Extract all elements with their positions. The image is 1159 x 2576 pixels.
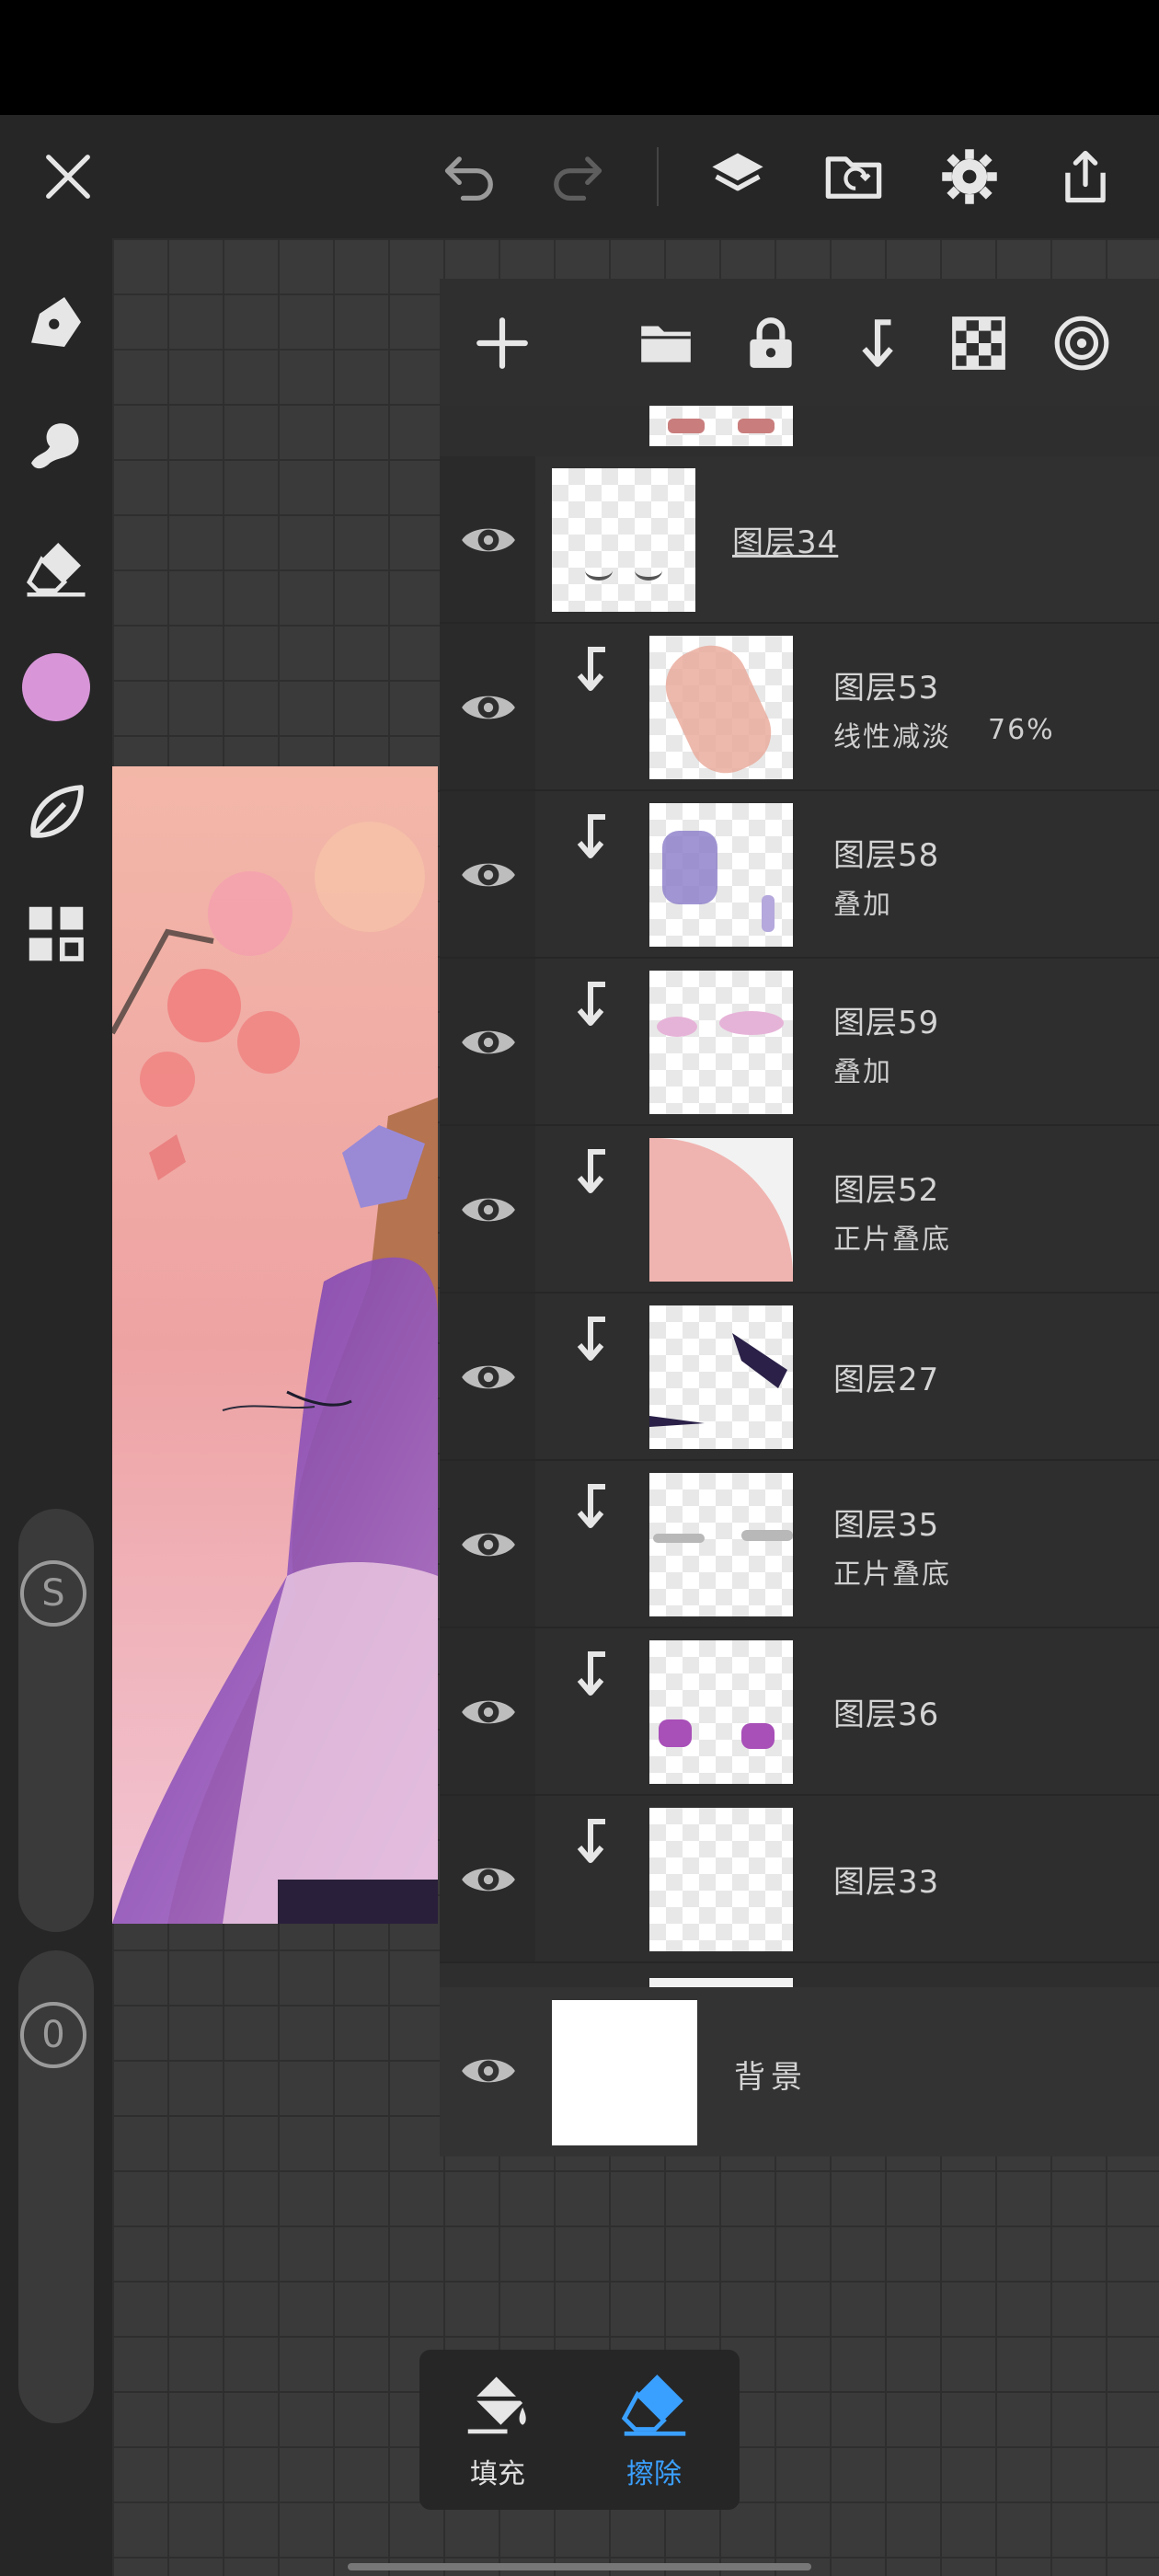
layer-name: 图层27	[833, 1362, 940, 1398]
brush-opacity-knob[interactable]: 0	[20, 2002, 86, 2068]
layer-name: 图层34	[732, 524, 839, 561]
layer-blend-mode: 叠加	[833, 889, 892, 921]
fill-button[interactable]: 填充	[419, 2350, 576, 2510]
layer-row[interactable]: 图层27	[440, 1294, 1159, 1461]
clip-arrow-icon	[577, 647, 605, 691]
eye-icon[interactable]	[458, 510, 519, 570]
clip-arrow-icon	[577, 982, 605, 1026]
status-bar	[0, 0, 1159, 115]
target-icon[interactable]	[1047, 308, 1117, 378]
layer-name: 图层53	[833, 670, 940, 707]
gear-icon[interactable]	[931, 138, 1008, 215]
layer-thumbnail	[649, 406, 793, 446]
layer-thumbnail	[552, 468, 695, 612]
layer-blend-mode: 正片叠底	[833, 1224, 951, 1256]
eye-icon[interactable]	[458, 1012, 519, 1073]
layer-name: 图层52	[833, 1172, 940, 1209]
eye-icon[interactable]	[458, 2041, 519, 2101]
pen-icon[interactable]	[13, 279, 99, 365]
fill-label: 填充	[470, 2458, 525, 2490]
layer-opacity: 76%	[988, 714, 1055, 746]
layer-thumbnail	[649, 1808, 793, 1951]
fill-erase-toolbar: 填充 擦除	[419, 2350, 740, 2510]
layer-row[interactable]: 图层53 线性减淡 76%	[440, 624, 1159, 791]
home-indicator	[348, 2563, 811, 2570]
toolbar-divider	[657, 147, 659, 206]
lock-icon[interactable]	[736, 308, 806, 378]
clip-arrow-icon	[577, 1317, 605, 1361]
layer-row[interactable]: 图层36	[440, 1628, 1159, 1796]
add-layer-icon[interactable]	[467, 308, 537, 378]
layer-thumbnail	[649, 1138, 793, 1282]
layer-row-partial[interactable]	[440, 406, 1159, 452]
folder-icon[interactable]	[631, 308, 701, 378]
close-icon[interactable]	[29, 138, 107, 215]
layer-row[interactable]: 图层52 正片叠底	[440, 1126, 1159, 1294]
paint-bucket-icon	[467, 2376, 526, 2434]
layer-name: 背景	[734, 2059, 808, 2096]
checker-icon[interactable]	[944, 308, 1014, 378]
layer-thumbnail	[649, 971, 793, 1114]
undo-icon[interactable]	[432, 138, 510, 215]
clip-arrow-icon	[577, 814, 605, 858]
eye-icon[interactable]	[458, 1514, 519, 1575]
eraser-icon[interactable]	[13, 524, 99, 611]
color-swatch[interactable]	[22, 653, 90, 721]
layer-thumbnail	[649, 1305, 793, 1449]
brush-size-knob[interactable]: S	[20, 1560, 86, 1627]
erase-button[interactable]: 擦除	[576, 2350, 732, 2510]
redo-icon[interactable]	[537, 138, 614, 215]
layer-row[interactable]: 图层35 正片叠底	[440, 1461, 1159, 1628]
eye-icon[interactable]	[458, 845, 519, 905]
layer-thumbnail	[649, 1640, 793, 1784]
eye-icon[interactable]	[458, 677, 519, 738]
layer-thumbnail	[649, 1473, 793, 1616]
layer-name: 图层59	[833, 1005, 940, 1041]
layer-thumbnail	[649, 803, 793, 947]
clip-arrow-icon	[577, 1484, 605, 1528]
smudge-icon[interactable]	[13, 401, 99, 488]
background-layer-row[interactable]: 背景	[440, 1987, 1159, 2156]
clip-icon[interactable]	[841, 308, 911, 378]
layer-row-partial[interactable]	[440, 1963, 1159, 1987]
erase-label: 擦除	[626, 2458, 682, 2490]
clip-arrow-icon	[577, 1819, 605, 1863]
layer-row[interactable]: 图层59 叠加	[440, 959, 1159, 1126]
layer-name: 图层35	[833, 1507, 940, 1544]
eye-icon[interactable]	[458, 1849, 519, 1910]
clip-arrow-icon	[577, 1651, 605, 1696]
layer-name: 图层58	[833, 837, 940, 874]
artwork-canvas[interactable]	[112, 766, 438, 1924]
clip-arrow-icon	[577, 1149, 605, 1193]
layer-row[interactable]: 图层58 叠加	[440, 791, 1159, 959]
eye-icon[interactable]	[458, 1682, 519, 1742]
leaf-icon[interactable]	[13, 769, 99, 856]
layer-name: 图层33	[833, 1864, 940, 1901]
eye-icon[interactable]	[458, 1179, 519, 1240]
layer-row[interactable]: 图层33	[440, 1796, 1159, 1963]
grid-icon[interactable]	[13, 891, 99, 977]
layer-name: 图层36	[833, 1696, 940, 1733]
eraser-icon	[621, 2375, 686, 2436]
layer-blend-mode: 线性减淡	[833, 721, 951, 753]
layer-row[interactable]: 图层34	[440, 456, 1159, 624]
share-icon[interactable]	[1047, 138, 1124, 215]
folder-import-icon[interactable]	[815, 138, 892, 215]
layer-thumbnail	[552, 2000, 697, 2145]
layer-thumbnail	[649, 636, 793, 779]
layer-blend-mode: 正片叠底	[833, 1558, 951, 1591]
layer-blend-mode: 叠加	[833, 1056, 892, 1088]
eye-icon[interactable]	[458, 1347, 519, 1408]
layers-icon[interactable]	[699, 138, 776, 215]
